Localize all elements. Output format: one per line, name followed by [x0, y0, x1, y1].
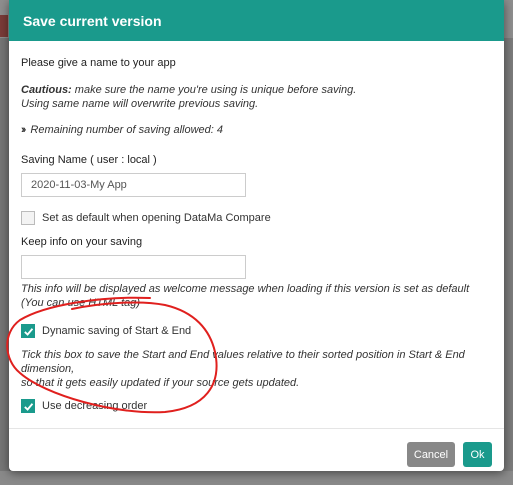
caution-text-2: Using same name will overwrite previous … [21, 98, 259, 110]
saving-name-input[interactable] [21, 173, 246, 197]
dynamic-saving-checkbox[interactable] [21, 324, 35, 338]
dialog-title: Save current version [23, 13, 162, 29]
set-default-row[interactable]: Set as default when opening DataMa Compa… [21, 211, 492, 225]
save-version-dialog: Save current version Please give a name … [9, 0, 504, 471]
keep-info-hint: This info will be displayed as welcome m… [21, 283, 470, 295]
background-app-element [0, 15, 8, 37]
checkmark-icon [23, 402, 33, 411]
double-chevron-right-icon: ›› [21, 124, 27, 136]
keep-info-input[interactable] [21, 255, 246, 279]
dialog-body: Please give a name to your app Cautious:… [9, 41, 504, 413]
ok-button[interactable]: Ok [463, 442, 492, 467]
remaining-savings-text: Remaining number of saving allowed: 4 [30, 124, 223, 136]
dynamic-saving-label: Dynamic saving of Start & End [42, 325, 192, 337]
keep-info-label: Keep info on your saving [21, 236, 143, 248]
dynamic-saving-hint-2: so that it gets easily updated if your s… [21, 377, 300, 389]
decreasing-order-row[interactable]: Use decreasing order [21, 399, 492, 413]
decreasing-order-checkbox[interactable] [21, 399, 35, 413]
background-app-panel-left [0, 38, 9, 471]
caution-message: make sure the name you're using is uniqu… [71, 84, 357, 96]
intro-text: Please give a name to your app [21, 57, 176, 69]
set-default-checkbox[interactable] [21, 211, 35, 225]
dialog-footer: Cancel Ok [9, 428, 504, 471]
keep-info-html-hint: (You can use HTML tag) [21, 297, 141, 309]
caution-label: Cautious: [21, 84, 72, 96]
caution-text: Cautious: make sure the name you're usin… [21, 83, 492, 97]
cancel-button[interactable]: Cancel [407, 442, 455, 467]
decreasing-order-label: Use decreasing order [42, 400, 148, 412]
dialog-header: Save current version [9, 0, 504, 41]
remaining-savings: ›› Remaining number of saving allowed: 4 [21, 123, 492, 137]
checkmark-icon [23, 327, 33, 336]
set-default-label: Set as default when opening DataMa Compa… [42, 212, 271, 224]
saving-name-label: Saving Name ( user : local ) [21, 154, 157, 166]
background-app-footer [0, 471, 513, 485]
dynamic-saving-hint: Tick this box to save the Start and End … [21, 349, 465, 375]
dynamic-saving-row[interactable]: Dynamic saving of Start & End [21, 324, 492, 338]
